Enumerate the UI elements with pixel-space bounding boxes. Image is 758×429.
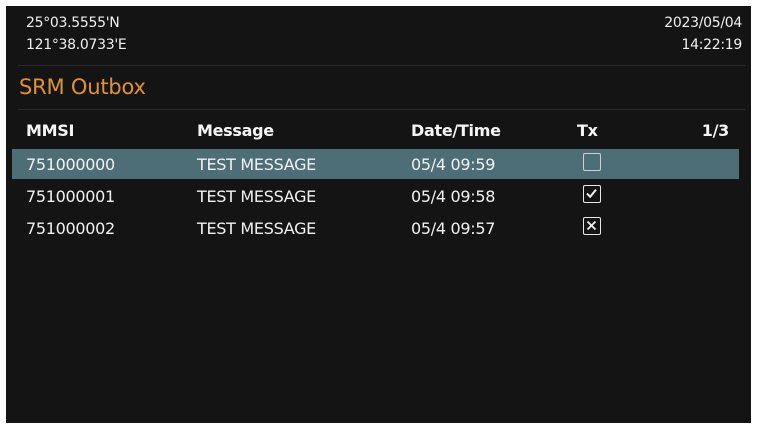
failed-checkbox-icon (583, 217, 601, 235)
column-header-message: Message (197, 121, 274, 140)
row-message: TEST MESSAGE (197, 187, 316, 206)
date-readout: 2023/05/04 (664, 15, 742, 31)
row-message: TEST MESSAGE (197, 219, 316, 238)
longitude-readout: 121°38.0733'E (26, 37, 127, 53)
column-header-tx: Tx (577, 121, 598, 140)
checked-checkbox-icon (583, 185, 601, 203)
table-row[interactable]: 751000002 TEST MESSAGE 05/4 09:57 (12, 213, 739, 243)
srm-outbox-screen: 25°03.5555'N 121°38.0733'E 2023/05/04 14… (6, 6, 751, 423)
row-datetime: 05/4 09:59 (411, 155, 496, 174)
empty-checkbox-icon (583, 153, 601, 171)
row-message: TEST MESSAGE (197, 155, 316, 174)
row-datetime: 05/4 09:58 (411, 187, 496, 206)
row-mmsi: 751000000 (26, 155, 115, 174)
title-divider (18, 109, 745, 110)
row-mmsi: 751000001 (26, 187, 115, 206)
column-header-datetime: Date/Time (411, 121, 501, 140)
latitude-readout: 25°03.5555'N (26, 15, 120, 31)
page-title: SRM Outbox (19, 75, 146, 99)
table-row[interactable]: 751000001 TEST MESSAGE 05/4 09:58 (12, 181, 739, 211)
status-bar: 25°03.5555'N 121°38.0733'E 2023/05/04 14… (6, 6, 751, 64)
column-header-mmsi: MMSI (26, 121, 75, 140)
row-mmsi: 751000002 (26, 219, 115, 238)
status-divider (18, 65, 745, 66)
page-indicator: 1/3 (701, 121, 730, 140)
row-datetime: 05/4 09:57 (411, 219, 496, 238)
table-row[interactable]: 751000000 TEST MESSAGE 05/4 09:59 (12, 149, 739, 179)
time-readout: 14:22:19 (681, 37, 743, 53)
table-header: MMSI Message Date/Time Tx 1/3 (6, 121, 751, 147)
